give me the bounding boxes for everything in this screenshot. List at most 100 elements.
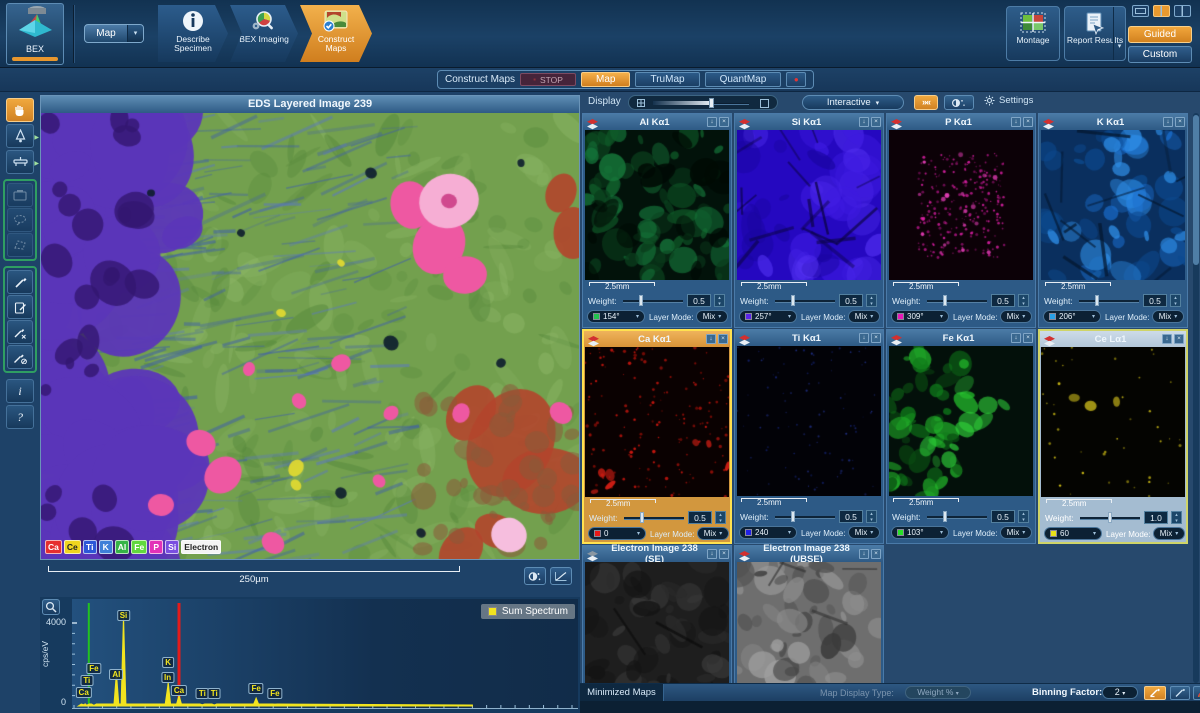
annotation-toggle-button[interactable] [1170,686,1190,700]
layout-single-icon[interactable] [1132,5,1149,17]
binning-factor-dropdown[interactable]: 2 ▾ [1102,686,1138,699]
minimize-map-button[interactable]: ↓ [1011,117,1021,127]
map-card-si[interactable]: Si Kα1↓×2.5mmWeight:0.5▴▾257°▾Layer Mode… [734,113,884,328]
workflow-step-bex-imaging[interactable]: BEX Imaging [230,5,298,62]
map-card-al[interactable]: Al Kα1↓×2.5mmWeight:0.5▴▾154°▾Layer Mode… [582,113,732,328]
legend-chip-Al[interactable]: Al [115,540,130,554]
map-card-fe[interactable]: Fe Kα1↓×2.5mmWeight:0.5▴▾103°▾Layer Mode… [886,329,1036,544]
stage-tool-button[interactable]: ▶ [6,150,34,174]
map-thumbnail-ce[interactable] [1041,347,1185,497]
color-scale-button[interactable] [1193,686,1200,700]
tab-map[interactable]: Map [581,72,630,87]
map-thumbnail-ubse[interactable] [737,562,881,683]
minimize-map-button[interactable]: ↓ [707,549,717,559]
legend-chip-Electron[interactable]: Electron [181,540,221,554]
minimize-map-button[interactable]: ↓ [859,549,869,559]
layer-mode-dropdown[interactable]: Mix▾ [1000,310,1032,323]
layer-mode-dropdown[interactable]: Mix▾ [1152,310,1184,323]
weight-slider-thumb[interactable] [640,512,644,523]
color-hue-dropdown[interactable]: 103°▾ [891,526,949,539]
minimize-map-button[interactable]: ↓ [859,117,869,127]
weight-slider[interactable] [927,300,987,303]
map-thumbnail-ca[interactable] [585,347,729,497]
snapshot-tool-button[interactable] [7,183,33,207]
map-card-header[interactable]: Si Kα1↓× [735,114,883,130]
weight-spinner[interactable]: ▴▾ [1171,511,1182,524]
map-card-header[interactable]: K Kα1↓× [1039,114,1187,130]
legend-chip-Fe[interactable]: Fe [131,540,147,554]
weight-value[interactable]: 0.5 [991,510,1015,523]
bex-logo-button[interactable]: BEX [6,3,64,65]
weight-value[interactable]: 0.5 [688,511,712,524]
map-card-ubse[interactable]: Electron Image 238 (UBSE)↓× [734,545,884,683]
minimized-maps-tab[interactable]: Minimized Maps [580,684,664,702]
color-hue-dropdown[interactable]: 206°▾ [1043,310,1101,323]
weight-value[interactable]: 0.5 [839,510,863,523]
map-card-header[interactable]: Electron Image 238 (SE)↓× [583,546,731,562]
settings-button[interactable]: Settings [984,95,1033,106]
annotate-pen-button[interactable] [7,270,33,294]
layer-mode-dropdown[interactable]: Mix▾ [1153,527,1185,540]
weight-slider[interactable] [775,300,835,303]
freehand-select-button[interactable] [7,208,33,232]
weight-value[interactable]: 0.5 [839,294,863,307]
map-display-type-dropdown[interactable]: Weight % ▾ [905,686,971,699]
close-map-button[interactable]: × [719,549,729,559]
minimize-map-button[interactable]: ↓ [1163,117,1173,127]
layout-split-icon[interactable] [1174,5,1191,17]
close-map-button[interactable]: × [719,117,729,127]
layer-mode-dropdown[interactable]: Mix▾ [848,310,880,323]
color-hue-dropdown[interactable]: 0▾ [588,527,646,540]
map-card-ce[interactable]: Ce Lα1↓×2.5mmWeight:1.0▴▾60▾Layer Mode:M… [1038,329,1188,544]
weight-spinner[interactable]: ▴▾ [1170,294,1181,307]
report-results-dropdown[interactable]: ▾ [1113,7,1125,60]
pan-tool-button[interactable] [6,98,34,122]
color-hue-dropdown[interactable]: 60▾ [1044,527,1102,540]
record-button[interactable]: ● [786,72,806,87]
color-hue-dropdown[interactable]: 257°▾ [739,310,797,323]
spectrum-zoom-button[interactable] [42,599,60,615]
thumbnail-size-slider[interactable] [628,95,778,110]
map-card-header[interactable]: Fe Kα1↓× [887,330,1035,346]
workflow-step-describe-specimen[interactable]: Describe Specimen [158,5,228,62]
eds-layered-image[interactable] [41,113,579,559]
minimize-map-button[interactable]: ↓ [859,333,869,343]
clear-annotation-button[interactable] [7,320,33,344]
map-card-ca[interactable]: Ca Kα1↓×2.5mmWeight:0.5▴▾0▾Layer Mode:Mi… [582,329,732,544]
weight-spinner[interactable]: ▴▾ [715,511,726,524]
weight-value[interactable]: 1.0 [1144,511,1168,524]
auto-contrast-toggle[interactable] [944,95,974,110]
weight-slider[interactable] [927,516,987,519]
tab-quantmap[interactable]: QuantMap [705,72,782,87]
weight-spinner[interactable]: ▴▾ [1018,294,1029,307]
weight-slider[interactable] [775,516,835,519]
legend-chip-Ti[interactable]: Ti [83,540,97,554]
annotate-label-button[interactable] [7,295,33,319]
layer-mode-dropdown[interactable]: Mix▾ [696,310,728,323]
map-card-header[interactable]: Ti Kα1↓× [735,330,883,346]
info-button[interactable]: i [6,379,34,403]
scalebar-toggle-button[interactable] [1144,686,1166,700]
weight-slider-thumb[interactable] [943,511,947,522]
weight-value[interactable]: 0.5 [687,294,711,307]
custom-mode-button[interactable]: Custom [1128,46,1192,63]
close-map-button[interactable]: × [871,117,881,127]
weight-slider[interactable] [1079,300,1139,303]
minimize-map-button[interactable]: ↓ [707,117,717,127]
layer-mode-dropdown[interactable]: Mix▾ [848,526,880,539]
weight-slider[interactable] [623,300,683,303]
weight-spinner[interactable]: ▴▾ [866,510,877,523]
map-thumbnail-k[interactable] [1041,130,1185,280]
weight-spinner[interactable]: ▴▾ [866,294,877,307]
slider-thumb[interactable] [709,98,714,108]
weight-slider-thumb[interactable] [791,295,795,306]
weight-slider-thumb[interactable] [791,511,795,522]
close-map-button[interactable]: × [1175,117,1185,127]
layer-mode-dropdown[interactable]: Mix▾ [697,527,729,540]
layout-grid-icon[interactable] [1153,5,1170,17]
close-map-button[interactable]: × [1174,334,1184,344]
weight-slider-thumb[interactable] [1095,295,1099,306]
minimize-map-button[interactable]: ↓ [1011,333,1021,343]
weight-slider-thumb[interactable] [943,295,947,306]
workflow-step-construct-maps[interactable]: Construct Maps [300,5,372,62]
